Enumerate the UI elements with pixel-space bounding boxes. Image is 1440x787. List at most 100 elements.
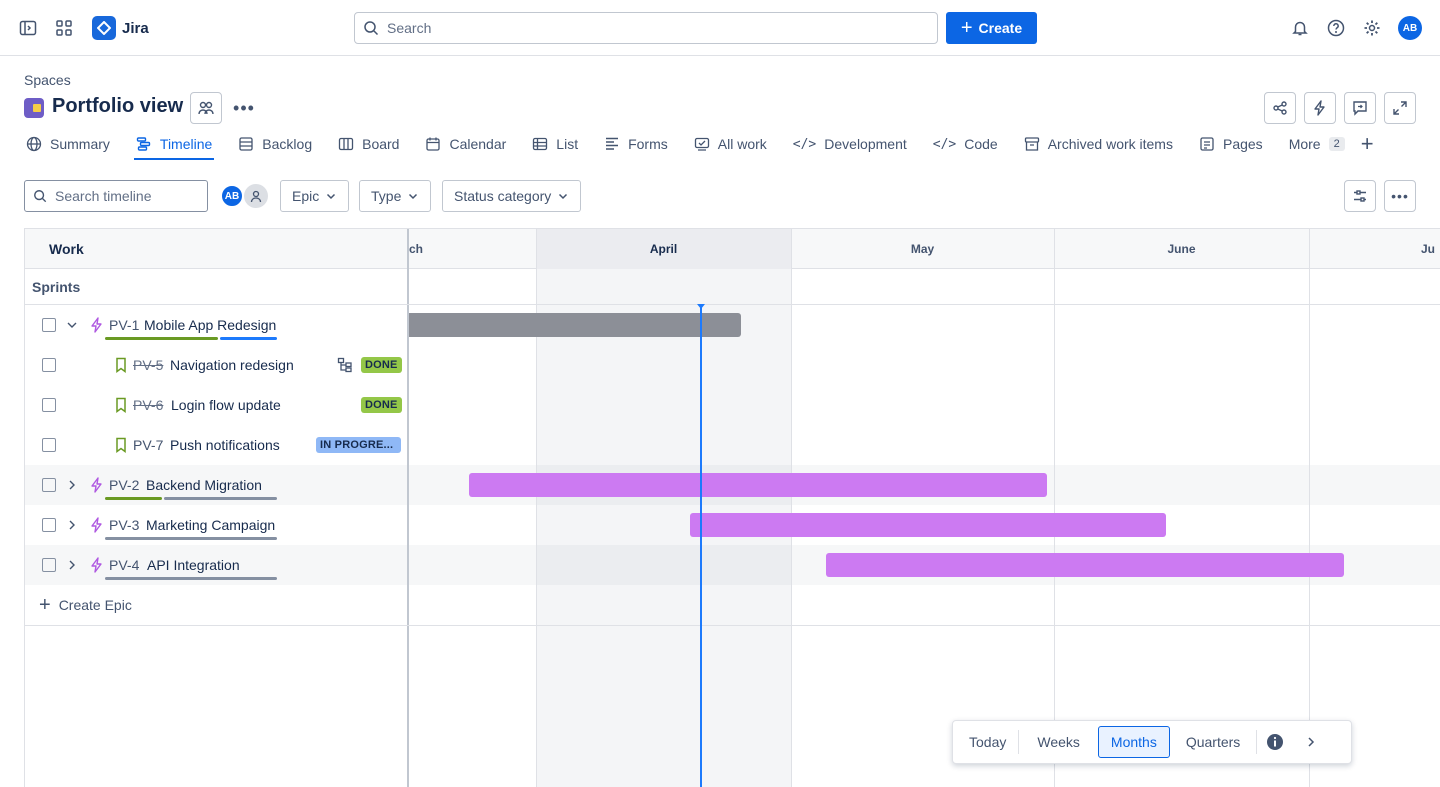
project-avatar-icon (24, 98, 44, 118)
tab-summary[interactable]: Summary (24, 128, 112, 160)
issue-key[interactable]: PV-1 (109, 317, 139, 333)
settings-gear-icon[interactable] (1356, 12, 1388, 44)
chevron-down-icon[interactable] (66, 319, 78, 331)
row-checkbox[interactable] (42, 318, 56, 332)
timeline-search-input[interactable]: Search timeline (24, 180, 208, 212)
issue-title[interactable]: Backend Migration (146, 477, 262, 493)
user-avatar[interactable]: AB (1398, 16, 1422, 40)
feedback-icon[interactable] (1344, 92, 1376, 124)
work-column-header: Work (49, 241, 84, 257)
status-category-filter-button[interactable]: Status category (442, 180, 582, 212)
timeline-bar-pv-3[interactable] (690, 513, 1166, 537)
view-today-button[interactable]: Today (957, 726, 1018, 758)
issue-title[interactable]: Navigation redesign (170, 357, 294, 373)
row-checkbox[interactable] (42, 478, 56, 492)
issue-key[interactable]: PV-7 (133, 437, 163, 453)
issue-title[interactable]: Marketing Campaign (146, 517, 275, 533)
breadcrumb[interactable]: Spaces (24, 72, 71, 88)
epic-row-pv-4[interactable]: PV-4 API Integration (25, 545, 408, 585)
chevron-right-icon[interactable] (66, 519, 78, 531)
chevron-right-icon[interactable] (66, 479, 78, 491)
epic-filter-button[interactable]: Epic (280, 180, 350, 212)
status-badge[interactable]: DONE (361, 357, 402, 373)
forms-icon (606, 137, 619, 150)
view-settings-icon[interactable] (1344, 180, 1376, 212)
row-checkbox[interactable] (42, 358, 56, 372)
child-issues-icon[interactable] (337, 357, 353, 373)
issue-key[interactable]: PV-6 (133, 397, 163, 413)
tab-timeline[interactable]: Timeline (133, 128, 215, 160)
info-icon[interactable] (1257, 733, 1293, 751)
row-checkbox[interactable] (42, 518, 56, 532)
tab-code[interactable]: </> Code (931, 128, 1000, 160)
tab-development[interactable]: </> Development (791, 128, 909, 160)
chevron-right-icon[interactable] (1293, 736, 1329, 748)
fullscreen-icon[interactable] (1384, 92, 1416, 124)
issue-title[interactable]: Login flow update (171, 397, 281, 413)
tab-backlog[interactable]: Backlog (236, 128, 314, 160)
filter-avatar-user[interactable]: AB (220, 184, 244, 208)
search-placeholder: Search (387, 20, 432, 36)
timeline-bar-pv-2[interactable] (469, 473, 1047, 497)
all-work-icon (694, 137, 709, 151)
view-weeks-button[interactable]: Weeks (1025, 726, 1092, 758)
help-icon[interactable] (1320, 12, 1352, 44)
issue-key[interactable]: PV-5 (133, 357, 163, 373)
tab-forms[interactable]: Forms (602, 128, 670, 160)
automation-lightning-icon[interactable] (1304, 92, 1336, 124)
type-filter-button[interactable]: Type (359, 180, 432, 212)
jira-logo[interactable]: Jira (92, 16, 149, 40)
issue-title[interactable]: API Integration (147, 557, 240, 573)
status-badge[interactable]: DONE (361, 397, 402, 413)
chevron-right-icon[interactable] (66, 559, 78, 571)
search-icon (34, 190, 47, 203)
timeline-bar-pv-4[interactable] (826, 553, 1344, 577)
tab-archived-work-items[interactable]: Archived work items (1022, 128, 1175, 160)
timeline-bar-pv-1[interactable] (409, 313, 741, 337)
globe-icon (26, 136, 42, 152)
create-epic-button[interactable]: + Create Epic (25, 585, 408, 625)
issue-title[interactable]: Mobile App Redesign (144, 317, 276, 333)
filter-label: Status category (454, 188, 552, 204)
app-switcher-icon[interactable] (48, 12, 80, 44)
story-row-pv-5[interactable]: PV-5 Navigation redesign DONE (25, 345, 408, 385)
more-options-icon[interactable]: ••• (1384, 180, 1416, 212)
add-tab-plus-icon[interactable]: + (1361, 133, 1374, 155)
view-quarters-button[interactable]: Quarters (1174, 726, 1252, 758)
share-icon[interactable] (1264, 92, 1296, 124)
tab-calendar[interactable]: Calendar (423, 128, 508, 160)
more-options-icon[interactable]: ••• (228, 92, 260, 124)
issue-key[interactable]: PV-4 (109, 557, 139, 573)
global-search[interactable]: Search (354, 12, 938, 44)
tab-more[interactable]: More 2 (1287, 128, 1347, 160)
story-bookmark-icon (116, 397, 126, 413)
issue-key[interactable]: PV-3 (109, 517, 139, 533)
notifications-icon[interactable] (1284, 12, 1316, 44)
tab-all-work[interactable]: All work (692, 128, 769, 160)
epic-row-pv-3[interactable]: PV-3 Marketing Campaign (25, 505, 408, 545)
view-months-button[interactable]: Months (1097, 726, 1170, 758)
team-people-icon[interactable] (190, 92, 222, 124)
story-row-pv-6[interactable]: PV-6 Login flow update DONE (25, 385, 408, 425)
row-checkbox[interactable] (42, 438, 56, 452)
row-checkbox[interactable] (42, 398, 56, 412)
status-badge[interactable]: IN PROGRE... (316, 437, 401, 453)
chevron-down-icon (327, 193, 336, 200)
timeline-view-switcher: Today Weeks Months Quarters (952, 720, 1352, 764)
sidebar-toggle-icon[interactable] (12, 12, 44, 44)
row-checkbox[interactable] (42, 558, 56, 572)
issue-title[interactable]: Push notifications (170, 437, 280, 453)
story-row-pv-7[interactable]: PV-7 Push notifications IN PROGRE... (25, 425, 408, 465)
epic-row-pv-2[interactable]: PV-2 Backend Migration (25, 465, 408, 505)
tab-pages[interactable]: Pages (1197, 128, 1265, 160)
epic-lightning-icon (91, 477, 102, 493)
jira-logo-icon (92, 16, 116, 40)
tab-list[interactable]: List (530, 128, 580, 160)
epic-row-pv-1[interactable]: PV-1 Mobile App Redesign (25, 305, 408, 345)
tab-label: Timeline (159, 136, 213, 152)
unassigned-avatar-icon[interactable] (244, 184, 268, 208)
create-button[interactable]: + Create (946, 12, 1037, 44)
tab-board[interactable]: Board (336, 128, 401, 160)
progress-todo-segment (105, 577, 277, 580)
issue-key[interactable]: PV-2 (109, 477, 139, 493)
